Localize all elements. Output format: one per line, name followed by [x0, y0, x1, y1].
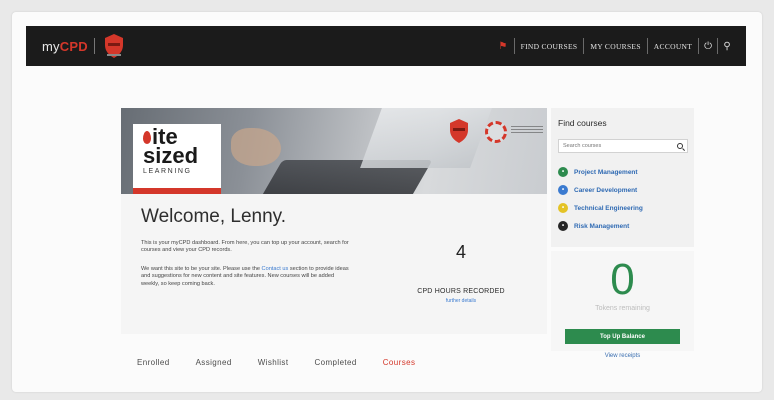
category-career-development[interactable]: • Career Development: [558, 185, 637, 195]
search-icon[interactable]: ⚲: [717, 38, 736, 54]
partner-ring-logo: [485, 121, 507, 143]
logo-text-suffix: CPD: [59, 38, 88, 54]
category-label: Technical Engineering: [574, 204, 643, 212]
token-balance-panel: 0 Tokens remaining Top Up Balance: [551, 251, 694, 351]
view-receipts-link[interactable]: View receipts: [551, 353, 694, 359]
tab-completed[interactable]: Completed: [301, 358, 369, 374]
course-tabs: Enrolled Assigned Wishlist Completed Cou…: [121, 358, 547, 374]
tab-enrolled[interactable]: Enrolled: [121, 358, 183, 374]
welcome-paragraph-1: This is your myCPD dashboard. From here,…: [141, 240, 349, 254]
laptop-image: [360, 108, 492, 168]
leaf-icon: •: [558, 167, 568, 177]
cpd-hours-label: CPD HOURS RECORDED: [417, 288, 505, 295]
category-project-management[interactable]: • Project Management: [558, 167, 638, 177]
shield-logo-icon: [450, 119, 468, 143]
category-label: Risk Management: [574, 222, 630, 230]
find-courses-heading: Find courses: [558, 118, 607, 128]
category-risk-management[interactable]: • Risk Management: [558, 221, 629, 231]
nav-find-courses[interactable]: FIND COURSES: [513, 38, 584, 54]
mycpd-logo[interactable]: my CPD: [42, 33, 125, 59]
cpd-hours-stat: 4 CPD HOURS RECORDED further details: [401, 242, 521, 304]
welcome-heading: Welcome, Lenny.: [141, 206, 287, 227]
welcome-panel: Welcome, Lenny. This is your myCPD dashb…: [121, 194, 547, 334]
top-up-balance-button[interactable]: Top Up Balance: [565, 329, 680, 344]
nav-account[interactable]: ACCOUNT: [646, 38, 698, 54]
welcome-paragraph-2: We want this site to be your site. Pleas…: [141, 266, 353, 288]
home-icon[interactable]: ⚑: [492, 38, 513, 54]
power-icon[interactable]: ⏻: [698, 38, 717, 54]
welcome-paragraph-2-start: We want this site to be your site. Pleas…: [141, 266, 262, 272]
person-icon: •: [558, 185, 568, 195]
logo-text-prefix: my: [42, 38, 60, 54]
course-search-input[interactable]: [559, 143, 669, 149]
main-nav: ⚑ FIND COURSES MY COURSES ACCOUNT ⏻ ⚲: [492, 26, 746, 66]
hand-image: [231, 128, 281, 166]
course-search-box: [558, 139, 688, 153]
warning-icon: •: [558, 221, 568, 231]
tab-assigned[interactable]: Assigned: [183, 358, 245, 374]
hero-banner: ite sized LEARNING: [121, 108, 547, 194]
token-balance-label: Tokens remaining: [595, 305, 650, 312]
tab-wishlist[interactable]: Wishlist: [245, 358, 302, 374]
category-technical-engineering[interactable]: • Technical Engineering: [558, 203, 643, 213]
cpd-hours-details-link[interactable]: further details: [401, 298, 521, 304]
contact-us-link[interactable]: Contact us: [262, 266, 289, 272]
category-label: Project Management: [574, 168, 638, 176]
gear-icon: •: [558, 203, 568, 213]
token-balance-value: 0: [610, 255, 635, 304]
bite-sized-learning-logo: ite sized LEARNING: [133, 124, 221, 188]
partner-logo-text: [511, 126, 543, 136]
top-navigation-bar: my CPD ⚑ FIND COURSES MY COURSES ACCOUNT …: [26, 26, 746, 66]
search-icon[interactable]: [677, 143, 683, 149]
brand-line-3: LEARNING: [143, 168, 192, 175]
shield-logo-icon: [104, 34, 123, 58]
nav-my-courses[interactable]: MY COURSES: [583, 38, 646, 54]
brand-line-2: sized: [143, 143, 199, 168]
cpd-hours-value: 4: [455, 242, 466, 262]
find-courses-panel: Find courses • Project Management • Care…: [551, 108, 694, 247]
tab-courses[interactable]: Courses: [370, 358, 429, 374]
category-label: Career Development: [574, 186, 638, 194]
logo-divider: [93, 38, 95, 54]
